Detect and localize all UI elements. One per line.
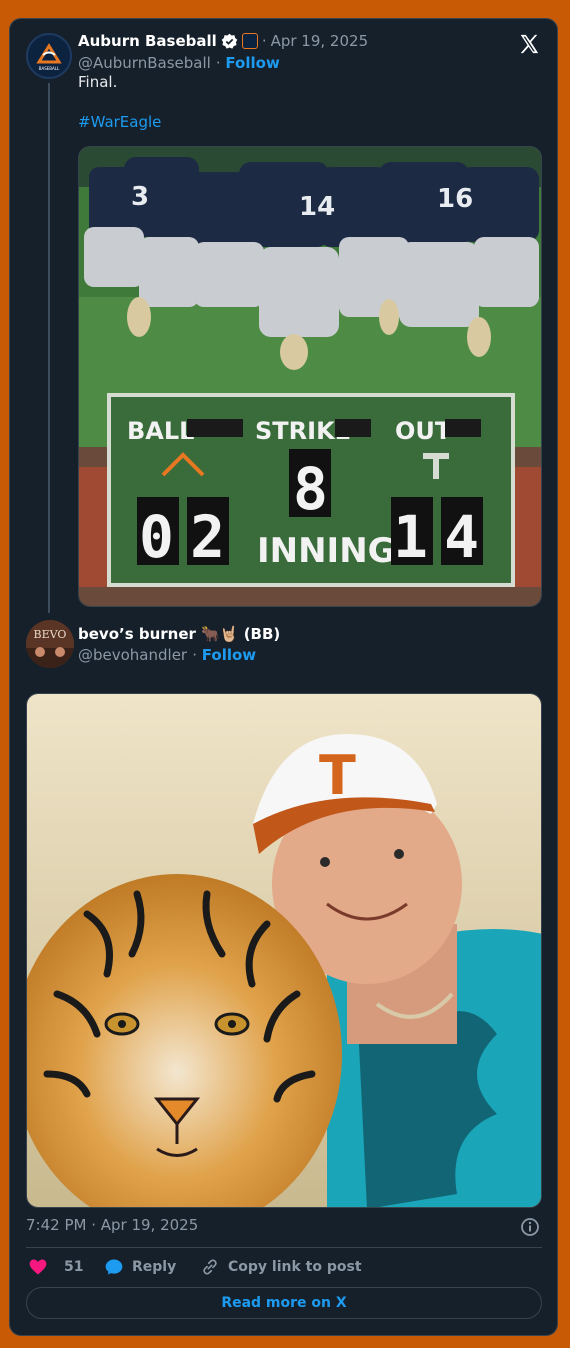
thread-connector: [48, 83, 50, 613]
follow-button[interactable]: Follow: [202, 646, 256, 664]
follow-separator: ·: [192, 646, 202, 664]
post-date[interactable]: Apr 19, 2025: [271, 32, 369, 50]
hashtag-link[interactable]: #WarEagle: [78, 113, 161, 131]
scoreboard-label: INNING: [257, 531, 396, 571]
affiliate-badge-icon: [241, 33, 258, 49]
tweet1-header: Auburn Baseball · Apr 19, 2025: [78, 32, 368, 50]
follow-button[interactable]: Follow: [225, 54, 279, 72]
tweet2-header: bevo’s burner 🐂🤘🏼 (BB): [78, 624, 280, 643]
jersey-number: 16: [437, 184, 473, 214]
auburn-logo-icon: BASEBALL: [30, 37, 68, 75]
reply-bubble-icon: [105, 1259, 123, 1275]
x-logo-icon[interactable]: [518, 33, 540, 55]
read-more-button[interactable]: Read more on X: [26, 1287, 542, 1319]
bevo-avatar-icon: BEVO: [26, 620, 74, 668]
divider: [26, 1247, 542, 1248]
bevo-avatar[interactable]: BEVO: [26, 620, 74, 668]
embedded-post-card: BASEBALL Auburn Baseball · Apr 19, 2025 …: [9, 18, 558, 1336]
inning-digit: 8: [293, 455, 328, 523]
avatar-caption: BEVO: [34, 628, 67, 641]
tweet1-subheader: @AuburnBaseball · Follow: [78, 53, 280, 72]
verified-badge-icon: [221, 33, 238, 49]
follow-separator: ·: [215, 54, 226, 72]
scoreboard-label: BALL: [127, 417, 194, 445]
auburn-avatar[interactable]: BASEBALL: [26, 33, 72, 79]
team-huddle-illustration: 3 14 16 BALL STRIKE OUT INNING 02 8 14: [79, 147, 541, 606]
handle[interactable]: @bevohandler: [78, 646, 187, 664]
post-image-team-huddle[interactable]: 3 14 16 BALL STRIKE OUT INNING 02 8 14: [78, 146, 542, 607]
avatar-caption: BASEBALL: [39, 66, 60, 71]
copy-link-label: Copy link to post: [228, 1259, 362, 1275]
display-name[interactable]: bevo’s burner 🐂🤘🏼 (BB): [78, 625, 280, 643]
heart-icon: [29, 1259, 47, 1275]
handle[interactable]: @AuburnBaseball: [78, 54, 211, 72]
like-count: 51: [64, 1259, 84, 1275]
post-image-tiger-and-man[interactable]: T: [26, 693, 542, 1208]
reply-label: Reply: [132, 1259, 177, 1275]
scoreboard-label: OUT: [395, 417, 452, 445]
jersey-number: 3: [131, 182, 149, 212]
display-name[interactable]: Auburn Baseball: [78, 32, 217, 50]
info-icon[interactable]: [520, 1217, 540, 1237]
post-text: Final.: [78, 73, 118, 91]
cap-logo-letter: T: [319, 744, 356, 807]
like-action[interactable]: 51: [28, 1257, 83, 1277]
jersey-number: 14: [299, 192, 335, 222]
tweet2-subheader: @bevohandler · Follow: [78, 645, 256, 664]
reply-action[interactable]: Reply: [104, 1257, 176, 1277]
date-separator: ·: [261, 32, 267, 50]
tiger-meme-illustration: T: [27, 694, 541, 1207]
post-timestamp[interactable]: 7:42 PM · Apr 19, 2025: [26, 1216, 198, 1234]
link-icon: [203, 1259, 217, 1275]
copy-link-action[interactable]: Copy link to post: [200, 1257, 362, 1277]
